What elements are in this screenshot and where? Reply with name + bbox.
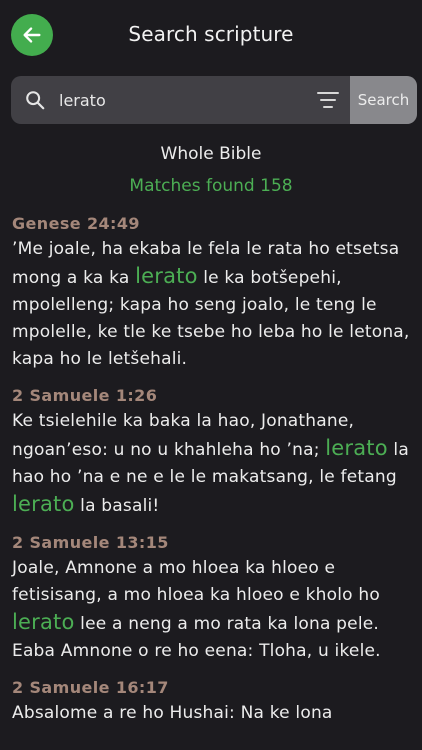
result-item[interactable]: 2 Samuele 16:17 Absalome a re ho Hushai:… [12, 677, 412, 727]
header: Search scripture [0, 0, 422, 72]
verse-reference: 2 Samuele 13:15 [12, 533, 169, 552]
search-icon [26, 91, 45, 110]
result-item[interactable]: 2 Samuele 13:15 Joale, Amnone a mo hloea… [12, 532, 412, 665]
search-bar: Search [11, 76, 417, 124]
search-button[interactable]: Search [350, 76, 417, 124]
match-highlight: lerato [12, 492, 75, 516]
result-item[interactable]: Genese 24:49 ’Me joale, ha ekaba le fela… [12, 213, 412, 373]
verse-text: Ke tsielehile ka baka la hao, Jonathane,… [12, 408, 412, 520]
verse-text: Absalome a re ho Hushai: Na ke lona [12, 700, 412, 727]
verse-text-part: Joale, Amnone a mo hloea ka hloeo e feti… [12, 558, 380, 605]
verse-reference: Genese 24:49 [12, 214, 140, 233]
filter-icon[interactable] [317, 90, 339, 110]
results-list: Genese 24:49 ’Me joale, ha ekaba le fela… [12, 213, 412, 739]
match-count: Matches found 158 [129, 176, 293, 196]
page-title: Search scripture [128, 22, 294, 46]
verse-reference: 2 Samuele 16:17 [12, 678, 169, 697]
verse-text-part: Ke tsielehile ka baka la hao, Jonathane,… [12, 411, 355, 460]
match-highlight: lerato [12, 610, 75, 634]
verse-reference: 2 Samuele 1:26 [12, 386, 158, 405]
search-input[interactable] [59, 76, 309, 124]
verse-text: Joale, Amnone a mo hloea ka hloeo e feti… [12, 555, 412, 665]
verse-text-part: la basali! [74, 496, 160, 516]
verse-text-part: Absalome a re ho Hushai: Na ke lona [12, 703, 333, 723]
match-highlight: lerato [135, 264, 198, 288]
search-scope: Whole Bible [160, 144, 262, 164]
result-item[interactable]: 2 Samuele 1:26 Ke tsielehile ka baka la … [12, 385, 412, 520]
verse-text: ’Me joale, ha ekaba le fela le rata ho e… [12, 236, 412, 373]
match-highlight: lerato [325, 436, 388, 460]
